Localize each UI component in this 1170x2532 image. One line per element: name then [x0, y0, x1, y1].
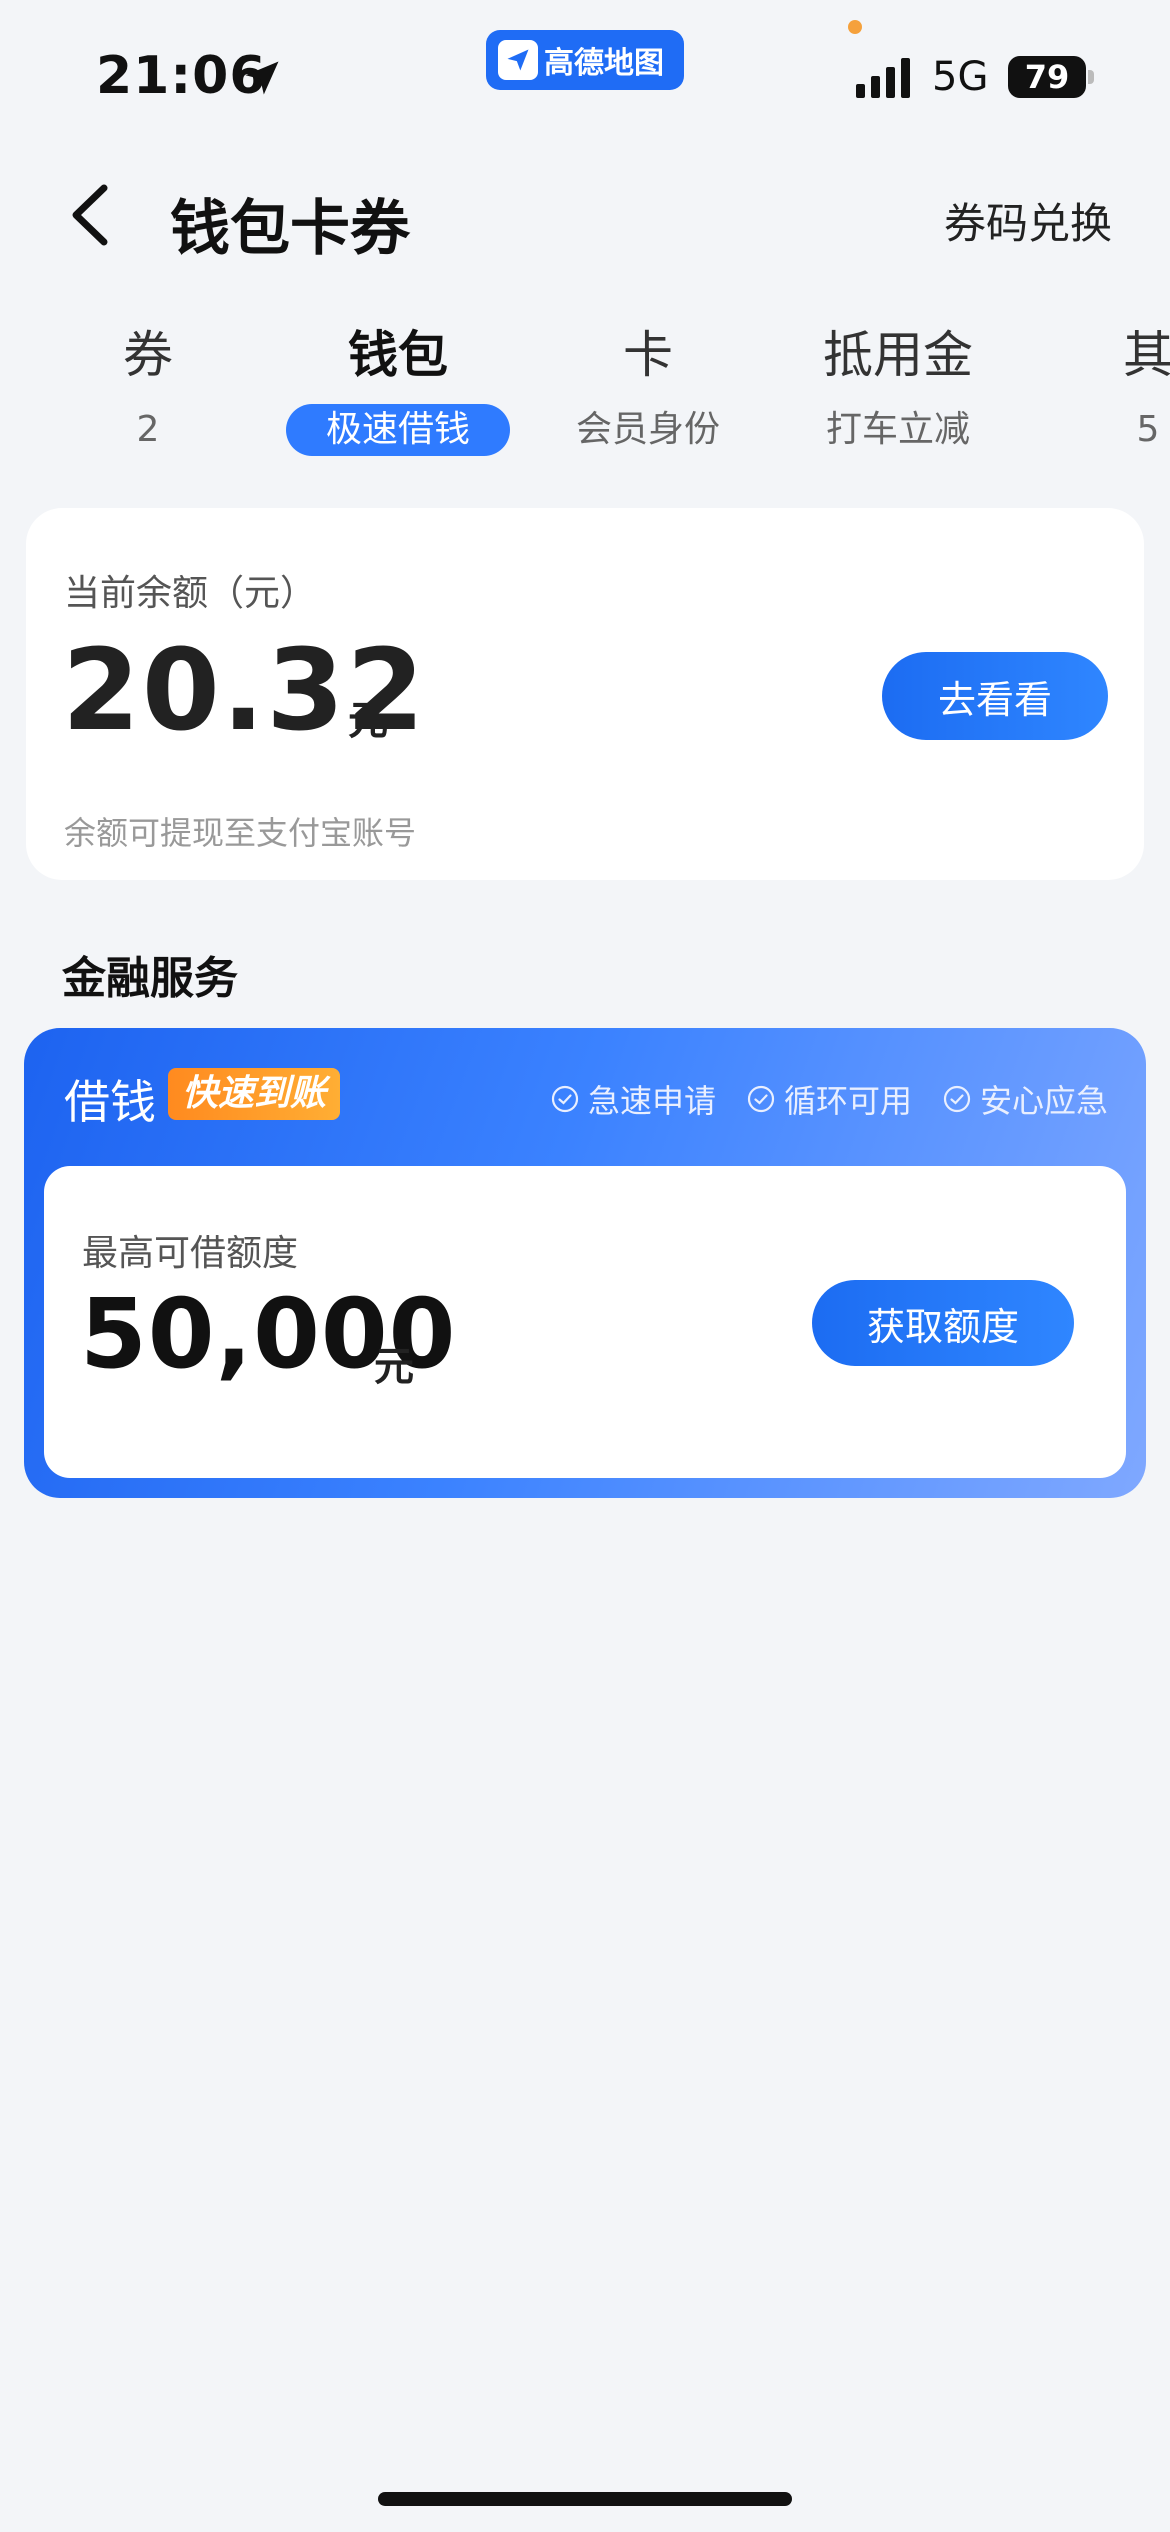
- feature-item: 急速申请: [550, 1076, 716, 1122]
- location-arrow-icon: [245, 61, 279, 95]
- tab-cards[interactable]: 卡 会员身份: [528, 320, 768, 456]
- battery-tip: [1088, 70, 1094, 84]
- balance-card: 当前余额（元） 20.32 元 去看看 余额可提现至支付宝账号: [26, 508, 1144, 880]
- limit-label: 最高可借额度: [82, 1233, 299, 1274]
- tab-sub-pill: 极速借钱: [285, 404, 510, 456]
- back-chevron-icon[interactable]: [60, 180, 120, 250]
- tab-title: 其: [1123, 326, 1170, 384]
- tab-coupons[interactable]: 券 2: [28, 320, 268, 456]
- tab-other[interactable]: 其 5: [1028, 320, 1170, 456]
- amap-app-icon: [498, 40, 538, 80]
- section-title-finance: 金融服务: [62, 953, 238, 1004]
- home-indicator[interactable]: [378, 2492, 792, 2506]
- tab-sub: 打车立减: [825, 409, 970, 450]
- balance-note: 余额可提现至支付宝账号: [64, 814, 417, 852]
- check-circle-icon: [551, 1085, 579, 1113]
- tab-title: 卡: [623, 326, 673, 384]
- tab-sub: 5: [1136, 409, 1160, 450]
- tab-vouchers[interactable]: 抵用金 打车立减: [778, 320, 1018, 456]
- check-circle-icon: [943, 1085, 971, 1113]
- check-circle-icon: [747, 1085, 775, 1113]
- back-to-app-pill[interactable]: 高德地图: [486, 30, 684, 90]
- loan-limit-panel: 最高可借额度 50,000 元 获取额度: [44, 1166, 1126, 1478]
- balance-label: 当前余额（元）: [64, 573, 317, 614]
- fast-arrival-badge: 快速到账: [168, 1068, 341, 1120]
- redeem-code-link[interactable]: 券码兑换: [944, 190, 1112, 251]
- get-limit-button[interactable]: 获取额度: [812, 1280, 1074, 1366]
- signal-bars-icon: [856, 58, 910, 98]
- loan-card[interactable]: 借钱 快速到账 急速申请 循环可用 安心应急 最高可借额度 50,000 元 获…: [24, 1028, 1146, 1498]
- limit-unit: 元: [374, 1344, 414, 1390]
- page-header: 钱包卡券 券码兑换: [0, 160, 1170, 270]
- category-tabs: 券 2 钱包 极速借钱 卡 会员身份 抵用金 打车立减 其 5: [0, 320, 1170, 460]
- feature-label: 循环可用: [783, 1082, 912, 1120]
- tab-title: 抵用金: [823, 326, 973, 384]
- view-balance-button[interactable]: 去看看: [882, 652, 1108, 740]
- network-type: 5G: [932, 54, 989, 100]
- status-bar: 21:06 高德地图 5G 79: [0, 0, 1170, 130]
- tab-title: 钱包: [348, 326, 448, 384]
- feature-label: 安心应急: [979, 1082, 1108, 1120]
- tab-title: 券: [123, 326, 173, 384]
- loan-title: 借钱: [64, 1075, 156, 1129]
- tab-sub: 会员身份: [575, 409, 720, 450]
- page-title: 钱包卡券: [170, 194, 410, 264]
- feature-item: 循环可用: [746, 1076, 912, 1122]
- feature-label: 急速申请: [587, 1082, 716, 1120]
- balance-unit: 元: [348, 698, 388, 744]
- feature-item: 安心应急: [942, 1076, 1108, 1122]
- app-name: 高德地图: [544, 46, 664, 81]
- loan-features: 急速申请 循环可用 安心应急: [550, 1076, 1108, 1122]
- tab-wallet[interactable]: 钱包 极速借钱: [278, 320, 518, 456]
- tab-sub: 2: [136, 409, 160, 450]
- battery-icon: 79: [1008, 56, 1086, 98]
- privacy-indicator-dot: [848, 20, 862, 34]
